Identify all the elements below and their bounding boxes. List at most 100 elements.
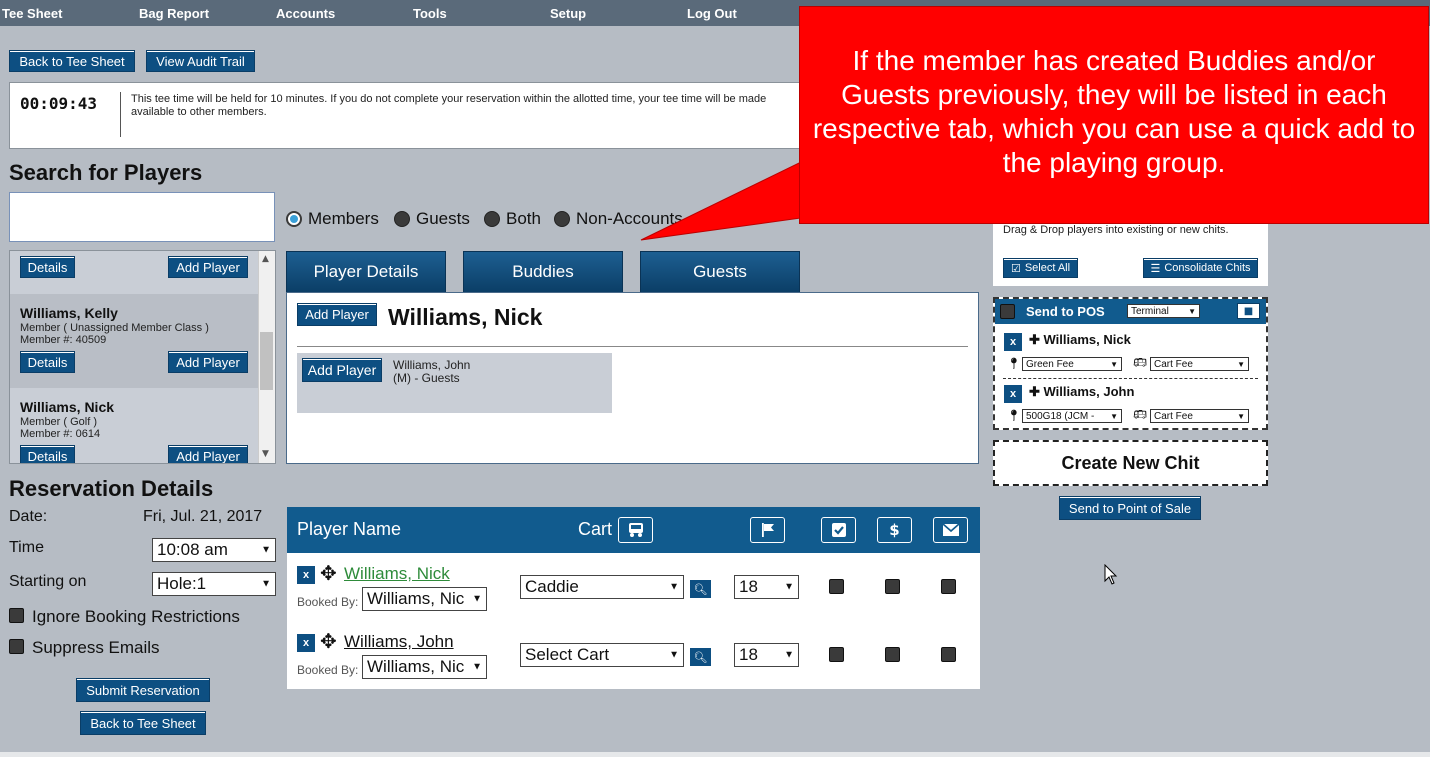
move-icon[interactable]: ✥ bbox=[320, 629, 337, 653]
scrollbar-thumb[interactable] bbox=[260, 332, 273, 390]
email-checkbox[interactable] bbox=[941, 579, 956, 594]
reservation-title: Reservation Details bbox=[9, 476, 214, 501]
cart-fee-select[interactable]: Cart Fee ▼ bbox=[1150, 409, 1249, 423]
fee-value: 500G18 (JCM - bbox=[1026, 410, 1095, 422]
remove-player-button[interactable]: x bbox=[297, 566, 315, 584]
bus-icon: 🚌︎ bbox=[1133, 408, 1147, 421]
ignore-restrictions-checkbox[interactable] bbox=[9, 608, 24, 623]
pos-player: ✚ Williams, Nick bbox=[1029, 332, 1131, 348]
time-label: Time bbox=[9, 539, 44, 556]
add-player-button[interactable]: Add Player bbox=[168, 256, 248, 278]
cart-value: Select Cart bbox=[525, 645, 610, 664]
player-search-input[interactable] bbox=[9, 192, 275, 242]
cart-fee-select[interactable]: Cart Fee ▼ bbox=[1150, 357, 1249, 371]
details-button[interactable]: Details bbox=[20, 351, 75, 373]
back-to-tee-sheet-bottom-button[interactable]: Back to Tee Sheet bbox=[80, 711, 206, 735]
tab-guests[interactable]: Guests bbox=[640, 251, 800, 293]
player-class: Member ( Unassigned Member Class ) bbox=[20, 322, 209, 334]
mouse-cursor-icon bbox=[1104, 564, 1118, 585]
consolidate-chits-button[interactable]: ☰ Consolidate Chits bbox=[1143, 258, 1258, 278]
add-player-button[interactable]: Add Player bbox=[297, 303, 377, 326]
fee-select[interactable]: Green Fee ▼ bbox=[1022, 357, 1122, 371]
nav-setup[interactable]: Setup bbox=[550, 6, 586, 21]
details-button[interactable]: Details bbox=[20, 445, 75, 463]
player-name-link[interactable]: Williams, Nick bbox=[344, 564, 450, 584]
selected-player-name: Williams, Nick bbox=[388, 304, 543, 330]
submit-reservation-button[interactable]: Submit Reservation bbox=[76, 678, 210, 702]
envelope-icon[interactable] bbox=[933, 517, 968, 543]
select-all-button[interactable]: ☑ Select All bbox=[1003, 258, 1078, 278]
filter-members[interactable]: Members bbox=[286, 209, 379, 229]
fee-select[interactable]: 500G18 (JCM - ▼ bbox=[1022, 409, 1122, 423]
pos-player-name: Williams, John bbox=[1043, 384, 1135, 399]
view-audit-trail-button[interactable]: View Audit Trail bbox=[146, 50, 255, 72]
nav-accounts[interactable]: Accounts bbox=[276, 6, 335, 21]
add-buddy-button[interactable]: Add Player bbox=[302, 358, 382, 382]
send-to-pos-button[interactable]: Send to Point of Sale bbox=[1059, 496, 1201, 520]
details-button[interactable]: Details bbox=[20, 256, 75, 278]
suppress-emails-label: Suppress Emails bbox=[32, 638, 160, 657]
filter-label: Both bbox=[506, 209, 541, 228]
holes-value: 18 bbox=[739, 645, 758, 664]
chevron-down-icon: ▼ bbox=[261, 578, 271, 590]
callout-text: If the member has created Buddies and/or… bbox=[812, 45, 1416, 178]
email-checkbox[interactable] bbox=[941, 647, 956, 662]
search-icon[interactable]: 🔍︎ bbox=[690, 648, 711, 666]
holes-select[interactable]: 18 ▼ bbox=[734, 643, 799, 667]
holes-select[interactable]: 18 ▼ bbox=[734, 575, 799, 599]
flag-icon[interactable] bbox=[750, 517, 785, 543]
add-player-button[interactable]: Add Player bbox=[168, 445, 248, 463]
dollar-icon[interactable]: $ bbox=[877, 517, 912, 543]
countdown-timer: 00:09:43 bbox=[20, 94, 98, 113]
time-select[interactable]: 10:08 am ▼ bbox=[152, 538, 276, 562]
consolidate-label: Consolidate Chits bbox=[1164, 262, 1251, 274]
chevron-down-icon: ▼ bbox=[1110, 411, 1118, 421]
scroll-up-icon[interactable]: ▲ bbox=[262, 254, 269, 264]
note-icon[interactable]: ■ bbox=[1237, 303, 1260, 319]
header-cart: Cart bbox=[578, 519, 613, 539]
starting-hole-select[interactable]: Hole:1 ▼ bbox=[152, 572, 276, 596]
create-new-chit-button[interactable]: Create New Chit bbox=[993, 440, 1268, 486]
footer-bar bbox=[0, 752, 1430, 757]
radio-selected-icon bbox=[286, 211, 302, 227]
filter-guests[interactable]: Guests bbox=[394, 209, 470, 229]
remove-player-button[interactable]: x bbox=[1004, 385, 1022, 403]
paid-checkbox[interactable] bbox=[885, 647, 900, 662]
booked-by-select[interactable]: Williams, Nic ▼ bbox=[362, 655, 487, 679]
scroll-down-icon[interactable]: ▼ bbox=[262, 449, 269, 459]
suppress-emails-checkbox[interactable] bbox=[9, 639, 24, 654]
remove-player-button[interactable]: x bbox=[1004, 333, 1022, 351]
radio-icon bbox=[554, 211, 570, 227]
move-icon[interactable]: ✥ bbox=[320, 561, 337, 585]
nav-tools[interactable]: Tools bbox=[413, 6, 447, 21]
pos-player-name: Williams, Nick bbox=[1043, 332, 1131, 347]
filter-both[interactable]: Both bbox=[484, 209, 541, 229]
tab-buddies[interactable]: Buddies bbox=[463, 251, 623, 293]
divider bbox=[120, 92, 121, 137]
confirm-checkbox[interactable] bbox=[829, 647, 844, 662]
member-number: Member #: 0614 bbox=[20, 428, 101, 440]
player-name-link[interactable]: Williams, John bbox=[344, 632, 454, 652]
tab-player-details[interactable]: Player Details bbox=[286, 251, 446, 293]
filter-label: Members bbox=[308, 209, 379, 228]
terminal-select[interactable]: Terminal ▼ bbox=[1127, 304, 1200, 318]
cart-select[interactable]: Select Cart ▼ bbox=[520, 643, 684, 667]
paid-checkbox[interactable] bbox=[885, 579, 900, 594]
nav-tee-sheet[interactable]: Tee Sheet bbox=[2, 6, 62, 21]
check-icon[interactable] bbox=[821, 517, 856, 543]
search-icon[interactable]: 🔍︎ bbox=[690, 580, 711, 598]
cart-icon[interactable] bbox=[618, 517, 653, 543]
chevron-down-icon: ▼ bbox=[669, 581, 679, 593]
nav-log-out[interactable]: Log Out bbox=[687, 6, 737, 21]
confirm-checkbox[interactable] bbox=[829, 579, 844, 594]
plus-icon: ✚ bbox=[1029, 384, 1040, 399]
pos-select-checkbox[interactable] bbox=[1000, 304, 1015, 319]
remove-player-button[interactable]: x bbox=[297, 634, 315, 652]
back-to-tee-sheet-button[interactable]: Back to Tee Sheet bbox=[9, 50, 135, 72]
cart-value: Caddie bbox=[525, 577, 579, 596]
cart-select[interactable]: Caddie ▼ bbox=[520, 575, 684, 599]
booked-by-select[interactable]: Williams, Nic ▼ bbox=[362, 587, 487, 611]
add-player-button[interactable]: Add Player bbox=[168, 351, 248, 373]
nav-bag-report[interactable]: Bag Report bbox=[139, 6, 209, 21]
divider bbox=[297, 346, 968, 347]
